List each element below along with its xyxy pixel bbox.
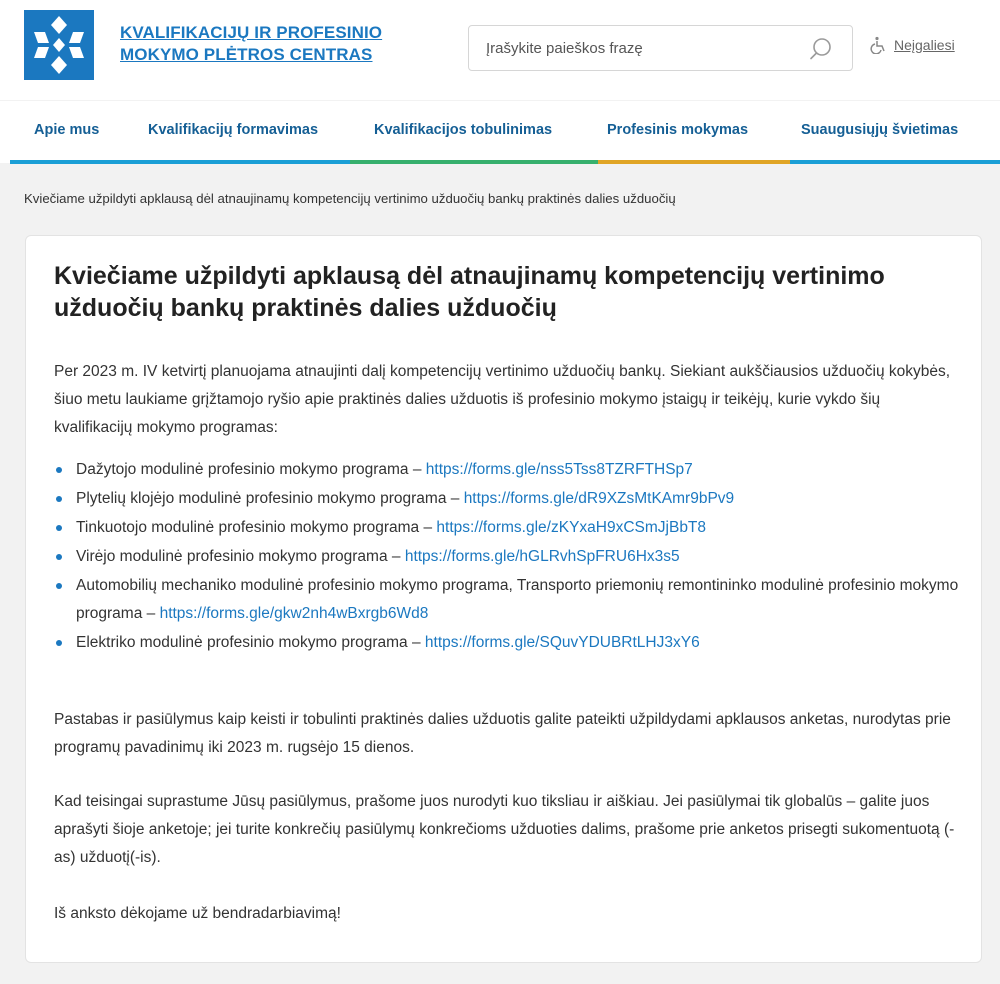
form-link[interactable]: https://forms.gle/nss5Tss8TZRFTHSp7 [426, 461, 693, 478]
article-paragraph-thanks: Iš anksto dėkojame už bendradarbiavimą! [54, 905, 341, 922]
site-header: KVALIFIKACIJŲ IR PROFESINIO MOKYMO PLĖTR… [0, 0, 1000, 100]
bullet-icon [56, 525, 62, 531]
form-link[interactable]: https://forms.gle/hGLRvhSpFRU6Hx3s5 [405, 548, 680, 565]
list-item-text: Plytelių klojėjo modulinė profesinio mok… [76, 490, 464, 507]
list-item: Elektriko modulinė profesinio mokymo pro… [54, 629, 959, 657]
form-link[interactable]: https://forms.gle/zKYxaH9xCSmJjBbT8 [436, 519, 706, 536]
org-name-link[interactable]: KVALIFIKACIJŲ IR PROFESINIO MOKYMO PLĖTR… [120, 22, 382, 66]
bullet-icon [56, 496, 62, 502]
list-item: Automobilių mechaniko modulinė profesini… [54, 572, 959, 628]
nav-underline-blue [10, 160, 350, 164]
site-logo[interactable] [24, 10, 94, 80]
org-name-line2: MOKYMO PLĖTROS CENTRAS [120, 45, 373, 64]
list-item-text: Elektriko modulinė profesinio mokymo pro… [76, 634, 425, 651]
nav-item-profesinis-mokymas[interactable]: Profesinis mokymas [607, 101, 748, 160]
nav-item-suaugusiuju-svietimas[interactable]: Suaugusiųjų švietimas [801, 101, 958, 160]
list-item: Virėjo modulinė profesinio mokymo progra… [54, 543, 959, 571]
accessibility-label: Neįgaliesi [894, 37, 955, 53]
nav-underline-blue-2 [790, 160, 1000, 164]
list-item-text: Virėjo modulinė profesinio mokymo progra… [76, 548, 405, 565]
accessibility-link[interactable]: Neįgaliesi [870, 36, 955, 55]
list-item-text: Dažytojo modulinė profesinio mokymo prog… [76, 461, 426, 478]
article-paragraph-instructions: Kad teisingai suprastume Jūsų pasiūlymus… [54, 793, 955, 866]
logo-snowflake-icon [24, 10, 94, 80]
article-paragraph-deadline: Pastabas ir pasiūlymus kaip keisti ir to… [54, 711, 951, 756]
search-input[interactable] [469, 26, 806, 70]
article-intro: Per 2023 m. IV ketvirtį planuojama atnau… [54, 363, 951, 436]
list-item: Plytelių klojėjo modulinė profesinio mok… [54, 485, 959, 513]
form-link[interactable]: https://forms.gle/SQuvYDUBRtLHJ3xY6 [425, 634, 700, 651]
page-title: Kviečiame užpildyti apklausą dėl atnauji… [54, 262, 885, 322]
list-item-text: Tinkuotojo modulinė profesinio mokymo pr… [76, 519, 437, 536]
org-name-line1: KVALIFIKACIJŲ IR PROFESINIO [120, 23, 383, 42]
bullet-icon [56, 467, 62, 473]
main-navigation: Apie mus Kvalifikacijų formavimas Kvalif… [0, 101, 1000, 164]
search-button[interactable] [808, 36, 834, 62]
bullet-icon [56, 640, 62, 646]
article-card: Kviečiame užpildyti apklausą dėl atnauji… [25, 235, 982, 963]
bullet-icon [56, 554, 62, 560]
program-link-list: Dažytojo modulinė profesinio mokymo prog… [54, 456, 959, 658]
nav-underline-orange [598, 160, 790, 164]
form-link[interactable]: https://forms.gle/gkw2nh4wBxrgb6Wd8 [160, 605, 429, 622]
nav-underline-green [350, 160, 598, 164]
wheelchair-icon [870, 36, 885, 55]
nav-item-kvalifikacijos-tobulinimas[interactable]: Kvalifikacijos tobulinimas [374, 101, 552, 160]
bullet-icon [56, 583, 62, 589]
form-link[interactable]: https://forms.gle/dR9XZsMtKAmr9bPv9 [464, 490, 734, 507]
search-icon [810, 38, 831, 60]
nav-item-apie-mus[interactable]: Apie mus [34, 101, 99, 160]
nav-item-kvalifikaciju-formavimas[interactable]: Kvalifikacijų formavimas [148, 101, 318, 160]
search-box [468, 25, 853, 71]
breadcrumb: Kviečiame užpildyti apklausą dėl atnauji… [24, 191, 676, 206]
list-item: Tinkuotojo modulinė profesinio mokymo pr… [54, 514, 959, 542]
list-item: Dažytojo modulinė profesinio mokymo prog… [54, 456, 959, 484]
